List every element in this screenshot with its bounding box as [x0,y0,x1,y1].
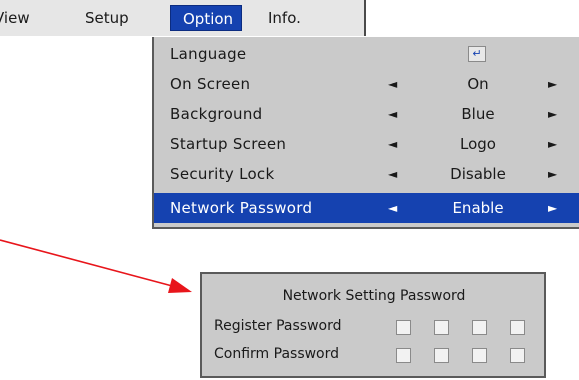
confirm-password-label: Confirm Password [214,346,340,362]
register-password-label: Register Password [214,318,342,334]
confirm-password-digit-4[interactable] [510,348,525,363]
register-password-digit-3[interactable] [472,320,487,335]
register-password-digit-2[interactable] [434,320,449,335]
confirm-password-digit-1[interactable] [396,348,411,363]
confirm-password-digit-2[interactable] [434,348,449,363]
confirm-password-digit-3[interactable] [472,348,487,363]
network-password-dialog: Network Setting Password Register Passwo… [200,272,546,378]
dialog-title: Network Setting Password [282,288,466,304]
register-password-digit-4[interactable] [510,320,525,335]
register-password-digit-1[interactable] [396,320,411,335]
